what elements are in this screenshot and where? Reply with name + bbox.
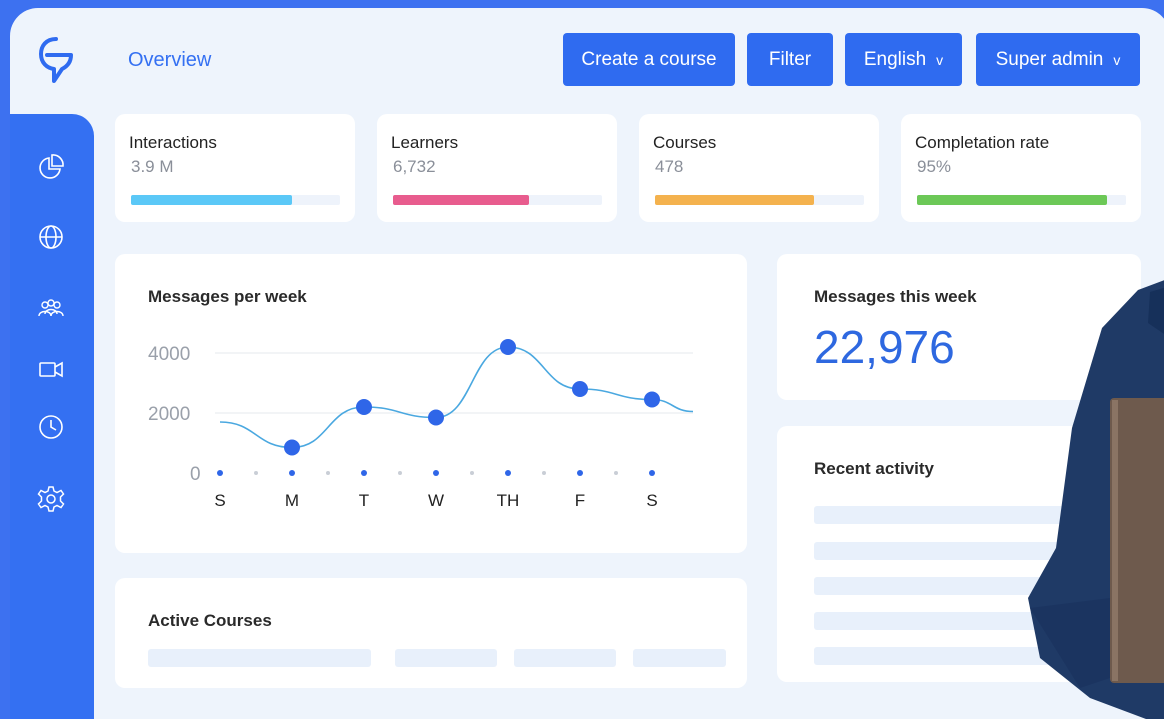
- progress-track: [917, 195, 1126, 205]
- sidebar-item-languages[interactable]: [36, 222, 66, 252]
- x-tick-label: F: [575, 491, 585, 510]
- axis-dot: [505, 470, 511, 476]
- language-dropdown[interactable]: English v: [845, 33, 962, 86]
- y-tick-label: 0: [190, 464, 201, 485]
- progress-track: [655, 195, 864, 205]
- stat-value: 95%: [917, 157, 952, 176]
- user-label: Super admin: [995, 48, 1104, 70]
- filter-label: Filter: [768, 48, 812, 70]
- progress-track: [393, 195, 602, 205]
- axis-dot: [361, 470, 367, 476]
- axis-dot: [217, 470, 223, 476]
- axis-dot: [649, 470, 655, 476]
- sidebar-item-learners[interactable]: [36, 294, 66, 324]
- stat-value: 6,732: [393, 157, 436, 176]
- chevron-down-icon: v: [1113, 51, 1121, 68]
- page-title: Overview: [128, 49, 212, 71]
- axis-dot: [542, 471, 546, 475]
- axis-dot: [470, 471, 474, 475]
- stat-label: Interactions: [129, 133, 217, 152]
- data-point: [284, 439, 300, 456]
- chevron-down-icon: v: [936, 51, 944, 68]
- stat-label: Learners: [391, 133, 459, 152]
- pie-chart-icon: [39, 154, 64, 179]
- stat-card-courses: Courses 478: [639, 114, 879, 222]
- progress-fill: [131, 195, 292, 205]
- filter-button[interactable]: Filter: [747, 33, 833, 86]
- progress-fill: [655, 195, 814, 205]
- data-point: [356, 399, 372, 415]
- sidebar-item-overview[interactable]: [36, 152, 66, 182]
- x-tick-label: S: [646, 491, 657, 510]
- user-menu-dropdown[interactable]: Super admin v: [976, 33, 1140, 86]
- stat-value: 3.9 M: [131, 157, 174, 176]
- stat-card-completion: Completation rate 95%: [901, 114, 1141, 222]
- weekly-messages-title: Messages this week: [814, 287, 977, 306]
- users-icon: [38, 299, 64, 317]
- person-with-laptop-image: [1028, 280, 1164, 719]
- y-tick-label: 2000: [148, 404, 190, 425]
- create-course-button[interactable]: Create a course: [563, 33, 735, 86]
- app-frame: Overview Create a course Filter English …: [10, 8, 1164, 719]
- course-placeholder: [633, 649, 726, 667]
- axis-dot: [577, 470, 583, 476]
- weekly-messages-value: 22,976: [814, 321, 955, 373]
- x-tick-label: M: [285, 491, 299, 510]
- x-tick-label: T: [359, 491, 369, 510]
- active-courses-title: Active Courses: [148, 611, 272, 630]
- messages-line-chart: 0 2000 4000 S M T W TH F S: [148, 339, 694, 510]
- axis-dot: [614, 471, 618, 475]
- series-line: [219, 346, 694, 449]
- y-tick-label: 4000: [148, 344, 190, 365]
- active-courses-card: Active Courses: [115, 578, 747, 688]
- course-placeholder: [395, 649, 497, 667]
- clock-icon: [39, 415, 63, 439]
- data-point: [644, 391, 660, 408]
- globe-icon: [39, 225, 63, 249]
- app-logo-icon: [39, 37, 73, 83]
- progress-track: [131, 195, 340, 205]
- axis-dot: [254, 471, 258, 475]
- create-course-label: Create a course: [581, 48, 717, 70]
- data-point: [428, 409, 444, 426]
- stat-card-learners: Learners 6,732: [377, 114, 617, 222]
- sidebar-item-history[interactable]: [36, 412, 66, 442]
- axis-dot: [398, 471, 402, 475]
- sidebar-item-videos[interactable]: [36, 354, 66, 384]
- x-tick-label: S: [214, 491, 225, 510]
- axis-dot: [326, 471, 330, 475]
- data-point: [500, 339, 516, 355]
- stat-label: Completation rate: [915, 133, 1050, 152]
- video-camera-icon: [39, 361, 63, 378]
- course-placeholder: [148, 649, 371, 667]
- recent-activity-title: Recent activity: [814, 459, 934, 478]
- messages-chart-card: Messages per week 0 2000 4000 S M T W TH F S: [115, 254, 747, 553]
- sidebar: [10, 114, 94, 719]
- gear-icon: [37, 486, 65, 512]
- x-tick-label: W: [428, 491, 444, 510]
- progress-fill: [393, 195, 529, 205]
- axis-dot: [433, 470, 439, 476]
- sidebar-item-settings[interactable]: [36, 484, 66, 514]
- axis-dot: [289, 470, 295, 476]
- x-tick-label: TH: [497, 491, 520, 510]
- language-label: English: [863, 48, 927, 70]
- course-placeholder: [514, 649, 616, 667]
- progress-fill: [917, 195, 1108, 205]
- stat-label: Courses: [653, 133, 717, 152]
- data-point: [572, 381, 588, 397]
- stat-card-interactions: Interactions 3.9 M: [115, 114, 355, 222]
- stat-value: 478: [655, 157, 684, 176]
